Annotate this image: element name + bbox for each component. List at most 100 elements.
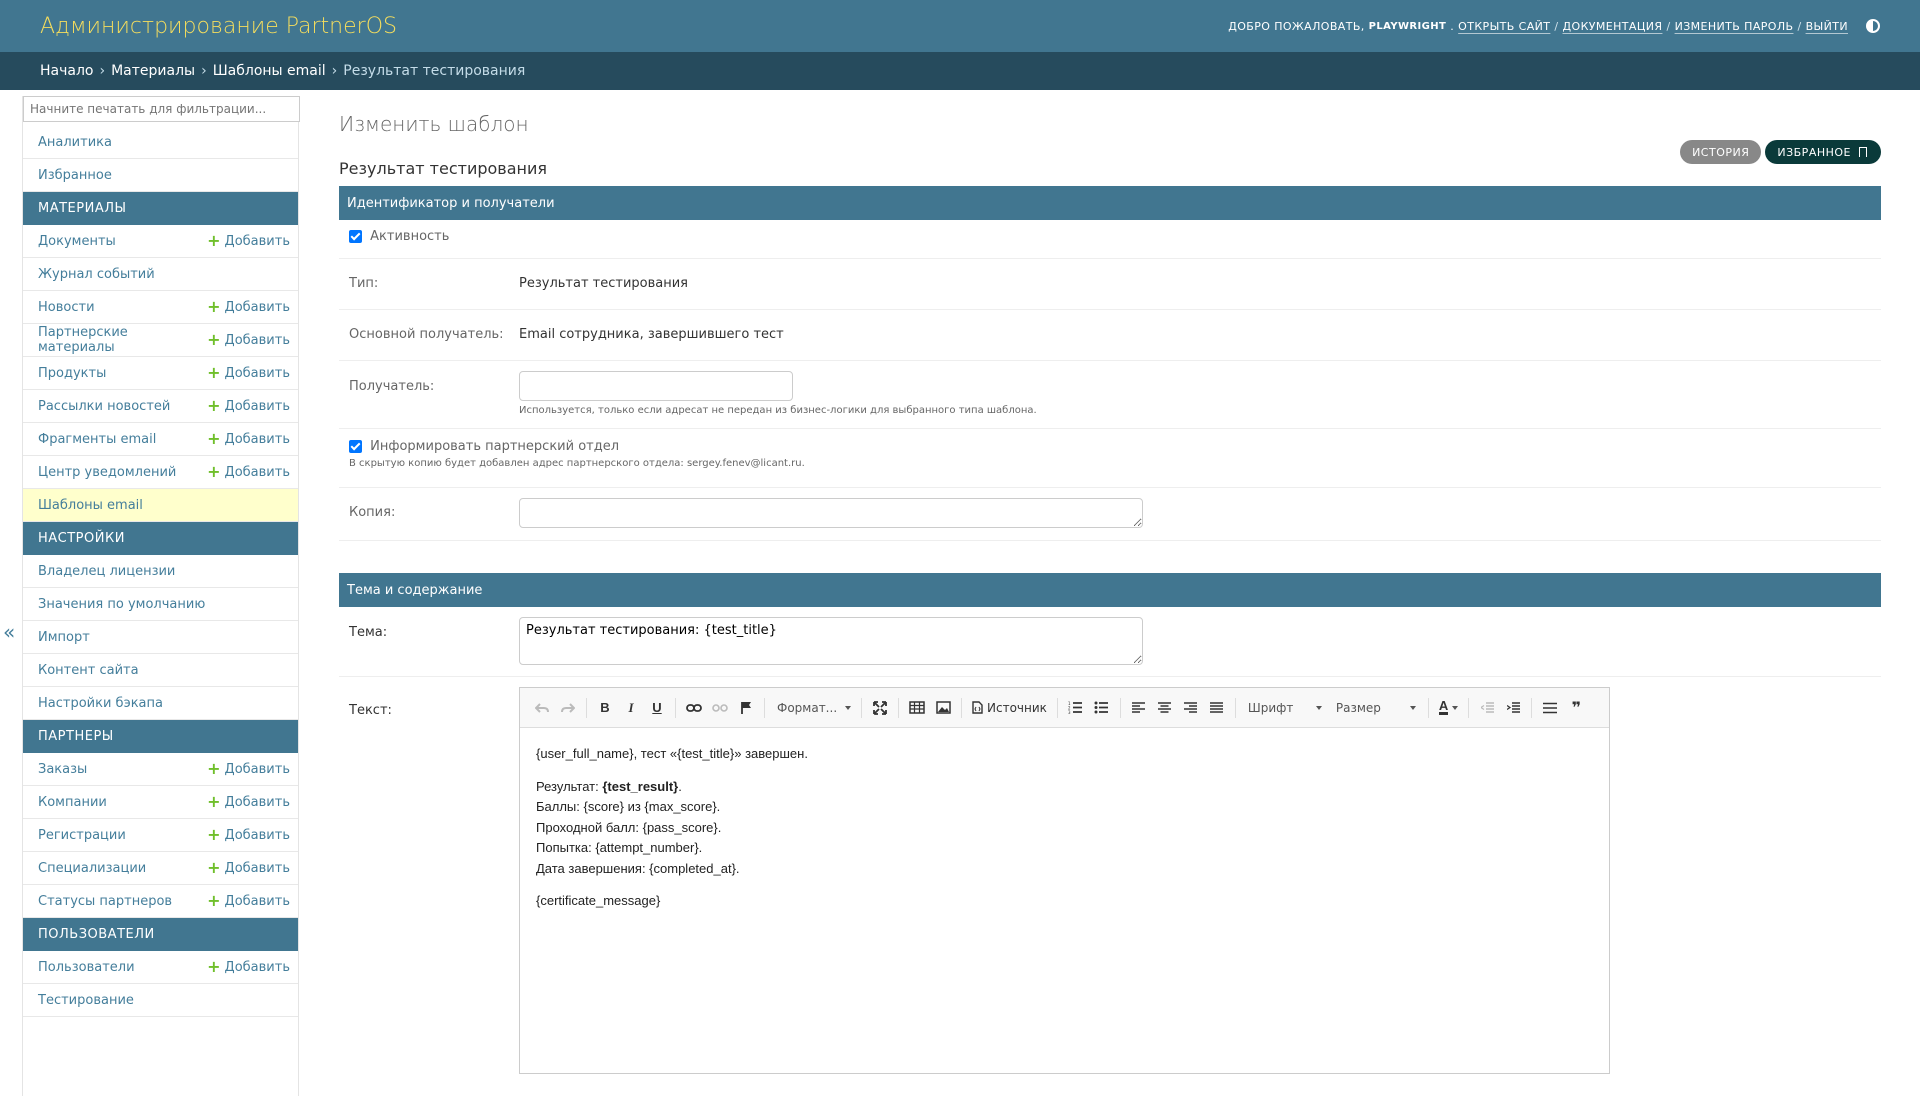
sidebar-item-label[interactable]: Пользователи: [38, 960, 135, 975]
add-button[interactable]: + Добавить: [207, 959, 290, 975]
view-site-link[interactable]: Открыть сайт: [1458, 20, 1550, 33]
align-left-icon[interactable]: [1127, 696, 1151, 720]
sidebar-item[interactable]: Специализации + Добавить: [23, 852, 298, 885]
italic-button[interactable]: I: [619, 696, 643, 720]
sidebar-section-header[interactable]: Пользователи: [23, 918, 298, 951]
sidebar-item-label[interactable]: Журнал событий: [38, 267, 155, 282]
sidebar-item[interactable]: Заказы + Добавить: [23, 753, 298, 786]
logout-link[interactable]: Выйти: [1806, 20, 1848, 33]
sidebar-item-label[interactable]: Документы: [38, 234, 116, 249]
horizontal-rule-icon[interactable]: [1538, 696, 1562, 720]
sidebar-item[interactable]: Документы + Добавить: [23, 225, 298, 258]
favorite-button[interactable]: Избранное: [1765, 140, 1881, 164]
editor-content[interactable]: {user_full_name}, тест «{test_title}» за…: [520, 728, 1609, 1073]
bulleted-list-icon[interactable]: [1090, 696, 1114, 720]
sidebar-item[interactable]: Регистрации + Добавить: [23, 819, 298, 852]
font-select[interactable]: Шрифт: [1242, 696, 1328, 720]
inform-checkbox[interactable]: [349, 440, 362, 453]
sidebar-item-label[interactable]: Шаблоны email: [38, 498, 143, 513]
sidebar-item-label[interactable]: Специализации: [38, 861, 146, 876]
sidebar-item[interactable]: Значения по умолчанию: [23, 588, 298, 621]
format-select[interactable]: Формат...: [771, 696, 855, 720]
docs-link[interactable]: Документация: [1563, 20, 1663, 33]
add-button[interactable]: + Добавить: [207, 299, 290, 315]
indent-icon[interactable]: [1501, 696, 1525, 720]
add-button[interactable]: + Добавить: [207, 893, 290, 909]
add-button[interactable]: + Добавить: [207, 332, 290, 348]
image-icon[interactable]: [931, 696, 955, 720]
add-button[interactable]: + Добавить: [207, 365, 290, 381]
sidebar-item[interactable]: Фрагменты email + Добавить: [23, 423, 298, 456]
sidebar-item-label[interactable]: Контент сайта: [38, 663, 139, 678]
outdent-icon[interactable]: [1475, 696, 1499, 720]
breadcrumb-email-templates[interactable]: Шаблоны email: [213, 63, 326, 79]
cc-textarea[interactable]: [519, 498, 1143, 528]
add-button[interactable]: + Добавить: [207, 398, 290, 414]
sidebar-item-label[interactable]: Заказы: [38, 762, 87, 777]
unlink-icon[interactable]: [708, 696, 732, 720]
sidebar-item[interactable]: Владелец лицензии: [23, 555, 298, 588]
site-name[interactable]: Администрирование PartnerOS: [40, 14, 397, 39]
sidebar-item-label[interactable]: Владелец лицензии: [38, 564, 175, 579]
sidebar-item-label[interactable]: Продукты: [38, 366, 106, 381]
sidebar-item-label[interactable]: Значения по умолчанию: [38, 597, 205, 612]
add-button[interactable]: + Добавить: [207, 794, 290, 810]
history-button[interactable]: История: [1680, 140, 1762, 164]
sidebar-item-label[interactable]: Рассылки новостей: [38, 399, 170, 414]
sidebar-item-label[interactable]: Аналитика: [38, 135, 112, 150]
sidebar-item[interactable]: Настройки бэкапа: [23, 687, 298, 720]
sidebar-item[interactable]: Компании + Добавить: [23, 786, 298, 819]
add-button[interactable]: + Добавить: [207, 761, 290, 777]
sidebar-item-label[interactable]: Фрагменты email: [38, 432, 156, 447]
sidebar-item[interactable]: Центр уведомлений + Добавить: [23, 456, 298, 489]
sidebar-item[interactable]: Шаблоны email: [23, 489, 298, 522]
sidebar-item-label[interactable]: Регистрации: [38, 828, 126, 843]
theme-toggle-icon[interactable]: [1866, 19, 1880, 33]
toggle-sidebar-button[interactable]: «: [3, 620, 15, 644]
bold-button[interactable]: B: [593, 696, 617, 720]
nav-filter-input[interactable]: [23, 96, 300, 122]
sidebar-item[interactable]: Новости + Добавить: [23, 291, 298, 324]
sidebar-item-label[interactable]: Компании: [38, 795, 107, 810]
sidebar-item[interactable]: Тестирование: [23, 984, 298, 1017]
subject-textarea[interactable]: Результат тестирования: {test_title}: [519, 617, 1143, 665]
recipient-input[interactable]: [519, 371, 793, 401]
sidebar-item-label[interactable]: Новости: [38, 300, 95, 315]
sidebar-item-label[interactable]: Статусы партнеров: [38, 894, 172, 909]
blockquote-icon[interactable]: ❞: [1564, 696, 1588, 720]
sidebar-section-header[interactable]: Материалы: [23, 192, 298, 225]
sidebar-item[interactable]: Журнал событий: [23, 258, 298, 291]
sidebar-item-label[interactable]: Избранное: [38, 168, 112, 183]
sidebar-item[interactable]: Продукты + Добавить: [23, 357, 298, 390]
source-button[interactable]: Источник: [968, 696, 1051, 720]
text-color-button[interactable]: A: [1435, 696, 1462, 720]
numbered-list-icon[interactable]: 123: [1064, 696, 1088, 720]
add-button[interactable]: + Добавить: [207, 431, 290, 447]
size-select[interactable]: Размер: [1330, 696, 1422, 720]
sidebar-item-label[interactable]: Тестирование: [38, 993, 134, 1008]
sidebar-section-header[interactable]: Настройки: [23, 522, 298, 555]
link-icon[interactable]: [682, 696, 706, 720]
sidebar-item-label[interactable]: Импорт: [38, 630, 90, 645]
sidebar-section-header[interactable]: Партнеры: [23, 720, 298, 753]
add-button[interactable]: + Добавить: [207, 827, 290, 843]
sidebar-item[interactable]: Контент сайта: [23, 654, 298, 687]
sidebar-item[interactable]: Избранное: [23, 159, 298, 192]
align-center-icon[interactable]: [1153, 696, 1177, 720]
maximize-icon[interactable]: [868, 696, 892, 720]
table-icon[interactable]: [905, 696, 929, 720]
add-button[interactable]: + Добавить: [207, 233, 290, 249]
sidebar-item-label[interactable]: Партнерские материалы: [38, 325, 207, 355]
sidebar-item[interactable]: Аналитика: [23, 126, 298, 159]
align-justify-icon[interactable]: [1205, 696, 1229, 720]
anchor-flag-icon[interactable]: [734, 696, 758, 720]
sidebar-item[interactable]: Партнерские материалы + Добавить: [23, 324, 298, 357]
active-checkbox[interactable]: [349, 230, 362, 243]
underline-button[interactable]: U: [645, 696, 669, 720]
add-button[interactable]: + Добавить: [207, 860, 290, 876]
add-button[interactable]: + Добавить: [207, 464, 290, 480]
redo-icon[interactable]: [556, 696, 580, 720]
sidebar-item-label[interactable]: Центр уведомлений: [38, 465, 176, 480]
sidebar-item-label[interactable]: Настройки бэкапа: [38, 696, 163, 711]
breadcrumb-home[interactable]: Начало: [40, 63, 93, 79]
